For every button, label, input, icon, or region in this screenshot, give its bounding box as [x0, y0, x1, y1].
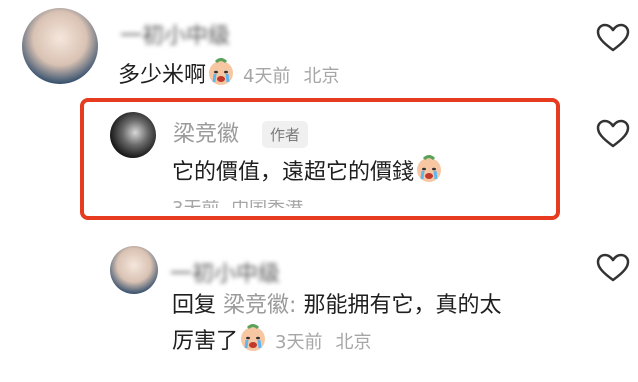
comment-body: 多少米啊 [118, 63, 207, 88]
crying-face-emoji [206, 57, 236, 87]
comment-body-line1: 那能拥有它，真的太 [303, 293, 502, 318]
avatar-commenter-3[interactable] [110, 246, 158, 294]
username-author[interactable]: 梁竞徽 [173, 116, 239, 148]
reply-prefix: 回复 [172, 293, 217, 318]
comment-location: 北京 [335, 332, 372, 353]
comment-text-2: 它的價值，遠超它的價錢 [172, 154, 444, 190]
avatar-commenter-1[interactable] [22, 8, 98, 84]
author-badge: 作者 [262, 121, 309, 148]
username-commenter-3[interactable]: 一初小中级 [170, 256, 280, 288]
comment-body: 它的價值，遠超它的價錢 [172, 160, 415, 185]
comment-text-1: 多少米啊 4天前 北京 [118, 57, 339, 94]
comment-meta-2: 3天前 中国香港 [172, 200, 303, 208]
like-heart-icon[interactable] [596, 23, 630, 53]
crying-face-emoji [414, 154, 444, 184]
comment-time: 3天前 [172, 200, 219, 208]
like-heart-icon[interactable] [596, 119, 630, 149]
comment-text-3: 回复 梁竞徽: 那能拥有它，真的太 厉害了 3天前 北京 [172, 289, 572, 360]
avatar-author[interactable] [110, 112, 156, 158]
comment-time: 3天前 [275, 332, 323, 353]
comment-time: 4天前 [243, 66, 291, 87]
comment-location: 北京 [303, 66, 340, 87]
comment-body-line2: 厉害了 [172, 329, 239, 354]
crying-face-emoji [238, 323, 268, 353]
comment-location: 中国香港 [231, 200, 303, 208]
reply-target[interactable]: 梁竞徽: [223, 293, 296, 318]
like-heart-icon[interactable] [596, 253, 630, 283]
username-commenter-1[interactable]: 一初小中级 [120, 18, 230, 50]
